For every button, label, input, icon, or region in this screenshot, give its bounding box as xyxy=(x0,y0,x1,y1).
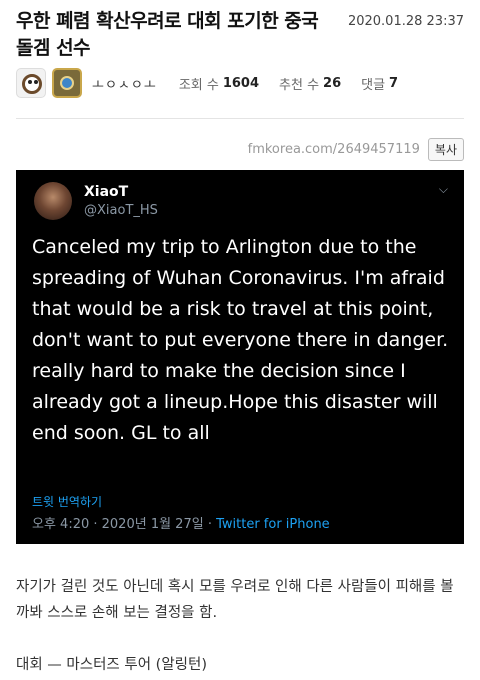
post-meta: ㅗㅇㅅㅇㅗ 조회 수 1604 추천 수 26 댓글 7 xyxy=(16,68,464,98)
tweet-author-avatar[interactable] xyxy=(34,182,72,220)
views-label: 조회 수 xyxy=(178,77,219,93)
tweet-text: Canceled my trip to Arlington due to the… xyxy=(32,236,449,444)
tweet-source[interactable]: Twitter for iPhone xyxy=(216,517,330,532)
recommend-label: 추천 수 xyxy=(279,77,320,93)
tweet-timestamp: 오후 4:20 · 2020년 1월 27일 · xyxy=(32,517,217,532)
recommend-count: 26 xyxy=(323,75,342,91)
copy-url-button[interactable]: 복사 xyxy=(427,138,464,161)
source-link-row: fmkorea.com/2649457119 복사 xyxy=(248,138,464,161)
post-header: 우한 폐렴 확산우려로 대회 포기한 중국 돌겜 선수 2020.01.28 2… xyxy=(16,8,464,62)
comments-label[interactable]: 댓글 xyxy=(361,74,385,93)
tweet-author-name[interactable]: XiaoT xyxy=(84,184,128,200)
tweet-author-handle[interactable]: @XiaoT_HS xyxy=(84,203,158,218)
user-avatar-icon[interactable] xyxy=(16,68,46,98)
article-paragraph: 대회 — 마스터즈 투어 (알링턴) xyxy=(16,657,207,673)
comments-count[interactable]: 7 xyxy=(389,76,398,91)
user-level-badge-icon xyxy=(52,68,82,98)
embedded-tweet: XiaoT @XiaoT_HS ⌵ Canceled my trip to Ar… xyxy=(16,170,464,544)
source-url[interactable]: fmkorea.com/2649457119 xyxy=(248,142,420,157)
views-count: 1604 xyxy=(222,75,260,91)
article-body: 자기가 걸린 것도 아닌데 혹시 모를 우려로 인해 다른 사람들이 피해를 볼… xyxy=(16,574,466,678)
article-paragraph: 자기가 걸린 것도 아닌데 혹시 모를 우려로 인해 다른 사람들이 피해를 볼… xyxy=(16,579,454,621)
post-title: 우한 폐렴 확산우려로 대회 포기한 중국 돌겜 선수 xyxy=(16,10,319,59)
header-divider xyxy=(16,118,464,119)
chevron-down-icon[interactable]: ⌵ xyxy=(439,182,448,197)
author-nickname[interactable]: ㅗㅇㅅㅇㅗ xyxy=(92,74,157,93)
tweet-footer: 오후 4:20 · 2020년 1월 27일 · Twitter for iPh… xyxy=(32,513,330,532)
post-datetime: 2020.01.28 23:37 xyxy=(347,14,464,29)
translate-tweet-link[interactable]: 트윗 번역하기 xyxy=(32,493,102,510)
